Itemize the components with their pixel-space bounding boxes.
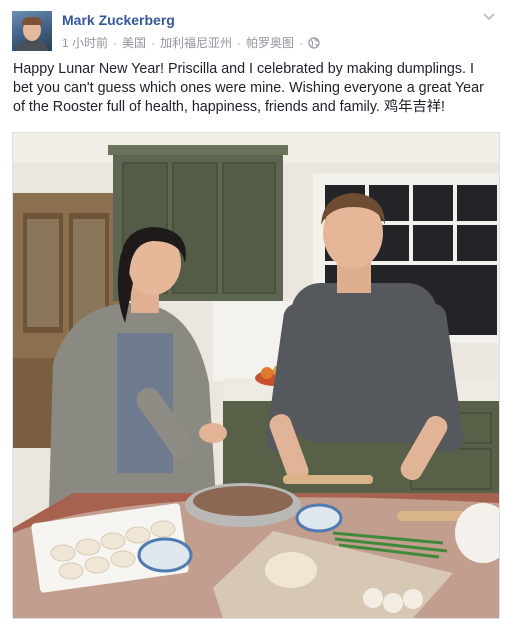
- post-meta: 1 小时前 · 美国 · 加利福尼亚州 · 帕罗奥图 ·: [62, 34, 320, 51]
- post-caption: Happy Lunar New Year! Priscilla and I ce…: [13, 61, 484, 115]
- author-name-link[interactable]: Mark Zuckerberg: [62, 12, 175, 28]
- location-region-link[interactable]: 加利福尼亚州: [160, 34, 232, 51]
- kitchen-photo-illustration: [13, 133, 499, 618]
- facebook-post: Mark Zuckerberg 1 小时前 · 美国 · 加利福尼亚州 · 帕罗…: [0, 0, 505, 621]
- avatar[interactable]: [12, 11, 52, 51]
- location-city-link[interactable]: 帕罗奥图: [246, 34, 294, 51]
- meta-separator: ·: [151, 35, 156, 50]
- meta-separator: ·: [113, 35, 118, 50]
- location-country-link[interactable]: 美国: [122, 34, 146, 51]
- meta-separator: ·: [237, 35, 242, 50]
- chevron-down-icon[interactable]: [482, 12, 496, 22]
- post-photo[interactable]: [12, 132, 500, 619]
- meta-separator: ·: [299, 35, 304, 50]
- globe-icon[interactable]: [308, 36, 320, 49]
- avatar-hair: [22, 17, 42, 25]
- timestamp-link[interactable]: 1 小时前: [62, 34, 108, 51]
- avatar-shirt: [16, 40, 48, 51]
